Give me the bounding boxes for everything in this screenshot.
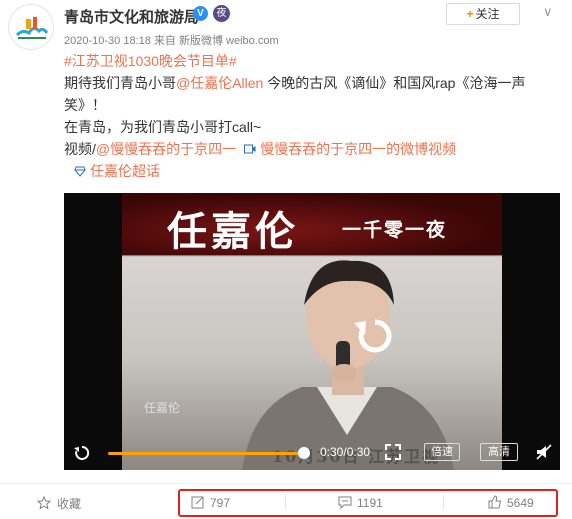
follow-button[interactable]: + 关注: [446, 3, 520, 25]
video-title-main: 任嘉伦: [167, 208, 299, 255]
comment-button[interactable]: 1191: [338, 495, 383, 510]
author-name[interactable]: 青岛市文化和旅游局: [64, 6, 199, 27]
mention-link[interactable]: @任嘉伦Allen: [176, 75, 263, 91]
comment-icon: [338, 496, 352, 510]
plus-icon: +: [466, 7, 474, 21]
source: 新版微博 weibo.com: [178, 35, 279, 47]
repost-count: 797: [210, 496, 231, 510]
timestamp[interactable]: 2020-10-30 18:18: [64, 35, 151, 47]
divider: [443, 494, 444, 510]
mute-icon[interactable]: [535, 443, 553, 461]
like-button[interactable]: 5649: [488, 495, 534, 510]
post-meta: 2020-10-30 18:18 来自 新版微博 weibo.com: [64, 32, 279, 48]
video-controls: 0:30/0:30 倍速 高清: [64, 435, 560, 470]
video-link[interactable]: 慢慢吞吞的于京四一的微博视频: [260, 141, 456, 157]
like-count: 5649: [507, 496, 534, 510]
verified-icon: V: [193, 6, 208, 21]
diamond-icon: [74, 166, 86, 177]
follow-label: 关注: [475, 7, 500, 21]
replay-icon[interactable]: [352, 313, 398, 359]
comment-count: 1191: [357, 496, 383, 510]
video-prefix: 视频/: [64, 141, 96, 157]
text-line-2: 在青岛，为我们青岛小哥打call~: [64, 119, 262, 135]
time-display: 0:30/0:30: [320, 445, 371, 459]
text-part-1: 期待我们青岛小哥: [64, 75, 176, 91]
action-bar: 收藏 797 1191 5649: [0, 483, 572, 519]
post-text: #江苏卫视1030晚会节目单# 期待我们青岛小哥@任嘉伦Allen 今晚的古风《…: [64, 50, 554, 182]
favorite-button[interactable]: 收藏: [36, 495, 82, 512]
post-header: 青岛市文化和旅游局 V 夜 2020-10-30 18:18 来自 新版微博 w…: [0, 0, 572, 50]
video-title-sub: 一千零一夜: [342, 219, 448, 241]
progress-knob[interactable]: [298, 447, 310, 459]
avatar[interactable]: [8, 4, 54, 50]
favorite-label: 收藏: [57, 497, 82, 511]
repost-icon: [191, 496, 204, 509]
quality-button[interactable]: 高清: [480, 443, 518, 461]
hashtag-link[interactable]: #江苏卫视1030晚会节目单#: [64, 53, 237, 69]
video-author-link[interactable]: @慢慢吞吞的于京四一: [96, 141, 236, 157]
supertopic-link[interactable]: 任嘉伦超话: [90, 163, 160, 179]
speed-button[interactable]: 倍速: [424, 443, 460, 461]
video-player[interactable]: 任嘉伦 一千零一夜 任嘉伦 10月30日 江苏卫视 0:30/0:30 倍速 高…: [64, 193, 560, 470]
repost-button[interactable]: 797: [191, 495, 230, 510]
star-icon: [36, 495, 52, 510]
fullscreen-icon[interactable]: [385, 444, 401, 460]
thumbs-up-icon: [488, 495, 502, 509]
source-prefix: 来自: [153, 35, 176, 47]
progress-bar[interactable]: [108, 452, 301, 455]
divider: [285, 494, 286, 510]
video-frame[interactable]: 任嘉伦 一千零一夜 任嘉伦 10月30日 江苏卫视: [122, 193, 502, 470]
chevron-down-icon[interactable]: ∨: [543, 4, 553, 20]
medal-icon: 夜: [213, 5, 230, 22]
video-watermark: 任嘉伦: [144, 401, 181, 415]
video-icon: [244, 144, 256, 154]
replay-small-icon[interactable]: [73, 444, 91, 462]
